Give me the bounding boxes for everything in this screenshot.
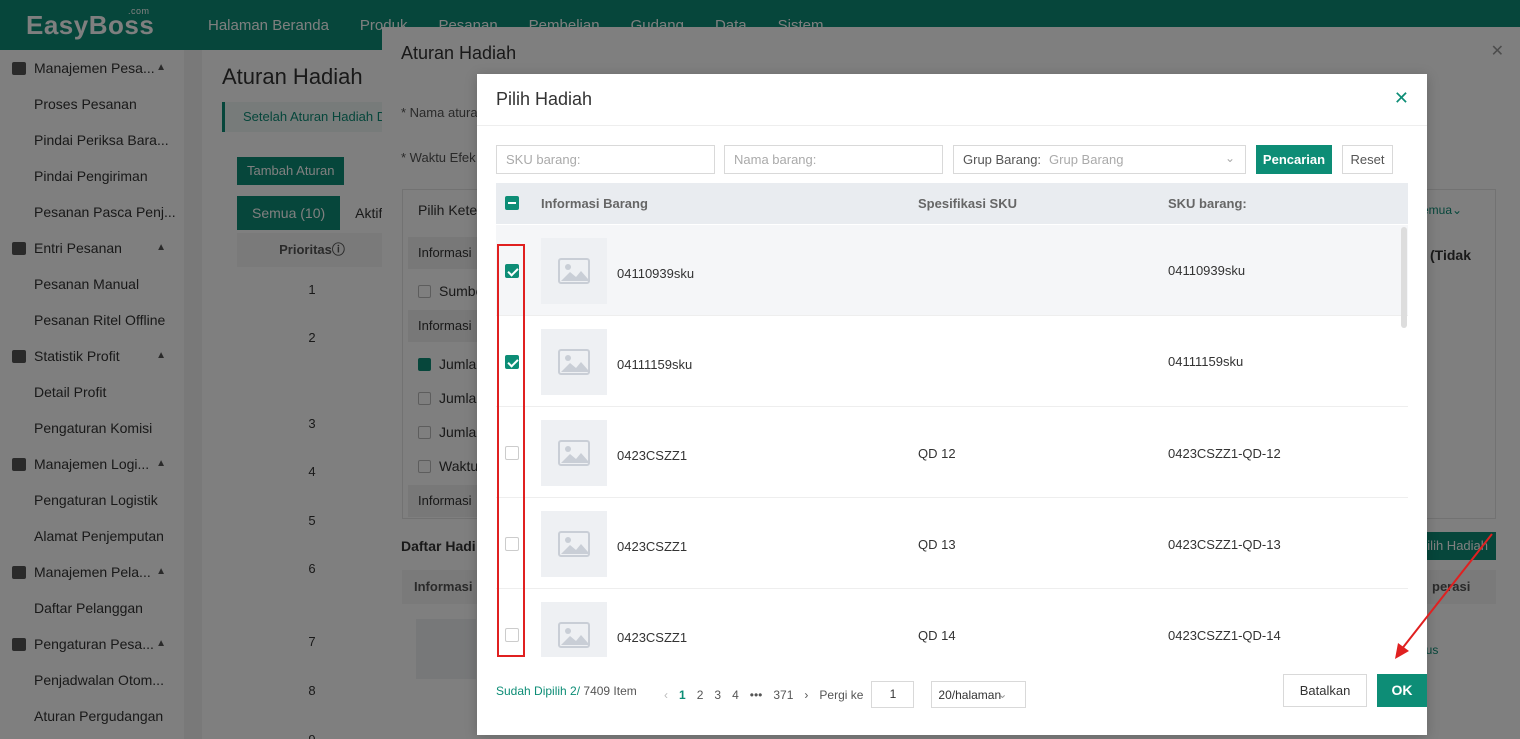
dialog-footer: Sudah Dipilih 2/ 7409 Item ‹ 1 2 3 4 •••… [496, 674, 1427, 708]
chevron-down-icon: ⌄ [997, 687, 1008, 701]
column-sku-spec: Spesifikasi SKU [918, 196, 1017, 211]
page-number[interactable]: 4 [732, 688, 739, 702]
app-root: EasyBoss.com Halaman Beranda Produk Pesa… [0, 0, 1520, 739]
page-number[interactable]: 3 [714, 688, 721, 702]
image-placeholder-icon [541, 329, 607, 395]
table-row[interactable]: 0423CSZZ1 QD 13 0423CSZZ1-QD-13 [496, 498, 1408, 589]
cancel-button[interactable]: Batalkan [1283, 674, 1367, 707]
table-row[interactable]: 04111159sku 04111159sku [496, 316, 1408, 407]
sku-spec: QD 12 [918, 446, 956, 461]
product-name: 04110939sku [617, 266, 695, 281]
pagination: ‹ 1 2 3 4 ••• 371 › Pergi ke 1 20/halama… [664, 681, 1027, 708]
sku-value: 0423CSZZ1-QD-14 [1168, 628, 1281, 643]
table-row[interactable]: 04110939sku 04110939sku [496, 225, 1408, 316]
page-size-select[interactable]: 20/halaman ⌄ [931, 681, 1027, 708]
selected-count: Sudah Dipilih 2/ 7409 Item [496, 684, 637, 698]
sku-spec: QD 13 [918, 537, 956, 552]
product-name: 0423CSZZ1 [617, 539, 688, 554]
product-name: 04111159sku [617, 357, 693, 372]
goto-page-input[interactable]: 1 [871, 681, 915, 708]
select-gift-dialog: Pilih Hadiah ✕ SKU barang: Nama barang: … [477, 74, 1427, 735]
image-placeholder-icon [541, 238, 607, 304]
image-placeholder-icon [541, 602, 607, 657]
page-number[interactable]: 1 [679, 688, 686, 702]
image-placeholder-icon [541, 420, 607, 486]
table-row[interactable]: 0423CSZZ1 QD 14 0423CSZZ1-QD-14 [496, 589, 1408, 657]
column-product-info: Informasi Barang [541, 196, 648, 211]
image-placeholder-icon [541, 511, 607, 577]
dialog-title: Pilih Hadiah [496, 89, 593, 109]
prev-page-icon[interactable]: ‹ [664, 688, 668, 702]
sku-value: 0423CSZZ1-QD-13 [1168, 537, 1281, 552]
reset-button[interactable]: Reset [1342, 145, 1393, 174]
next-page-icon[interactable]: › [804, 688, 808, 702]
table-scrollbar[interactable] [1401, 227, 1407, 328]
more-pages-icon[interactable]: ••• [750, 688, 763, 702]
ok-button[interactable]: OK [1377, 674, 1427, 707]
page-number[interactable]: 371 [773, 688, 793, 702]
goto-label: Pergi ke [819, 687, 864, 702]
product-name: 0423CSZZ1 [617, 630, 688, 645]
highlight-box [497, 244, 525, 657]
chevron-down-icon: ⌄ [1224, 151, 1235, 165]
page-number[interactable]: 2 [697, 688, 704, 702]
sku-spec: QD 14 [918, 628, 956, 643]
sku-value: 04110939sku [1168, 263, 1246, 278]
sku-input[interactable]: SKU barang: [496, 145, 715, 174]
table-row[interactable]: 0423CSZZ1 QD 12 0423CSZZ1-QD-12 [496, 407, 1408, 498]
table-header: Informasi Barang Spesifikasi SKU SKU bar… [496, 183, 1408, 224]
dialog-header: Pilih Hadiah ✕ [477, 74, 1427, 126]
sku-value: 04111159sku [1168, 354, 1244, 369]
search-button[interactable]: Pencarian [1256, 145, 1332, 174]
close-icon[interactable]: ✕ [1394, 88, 1409, 109]
product-group-select[interactable]: Grup Barang: Grup Barang ⌄ [953, 145, 1246, 174]
select-all-checkbox[interactable] [505, 196, 519, 210]
sku-value: 0423CSZZ1-QD-12 [1168, 446, 1281, 461]
column-sku: SKU barang: [1168, 196, 1247, 211]
product-name-input[interactable]: Nama barang: [724, 145, 943, 174]
product-table: Informasi Barang Spesifikasi SKU SKU bar… [496, 183, 1408, 657]
product-name: 0423CSZZ1 [617, 448, 688, 463]
